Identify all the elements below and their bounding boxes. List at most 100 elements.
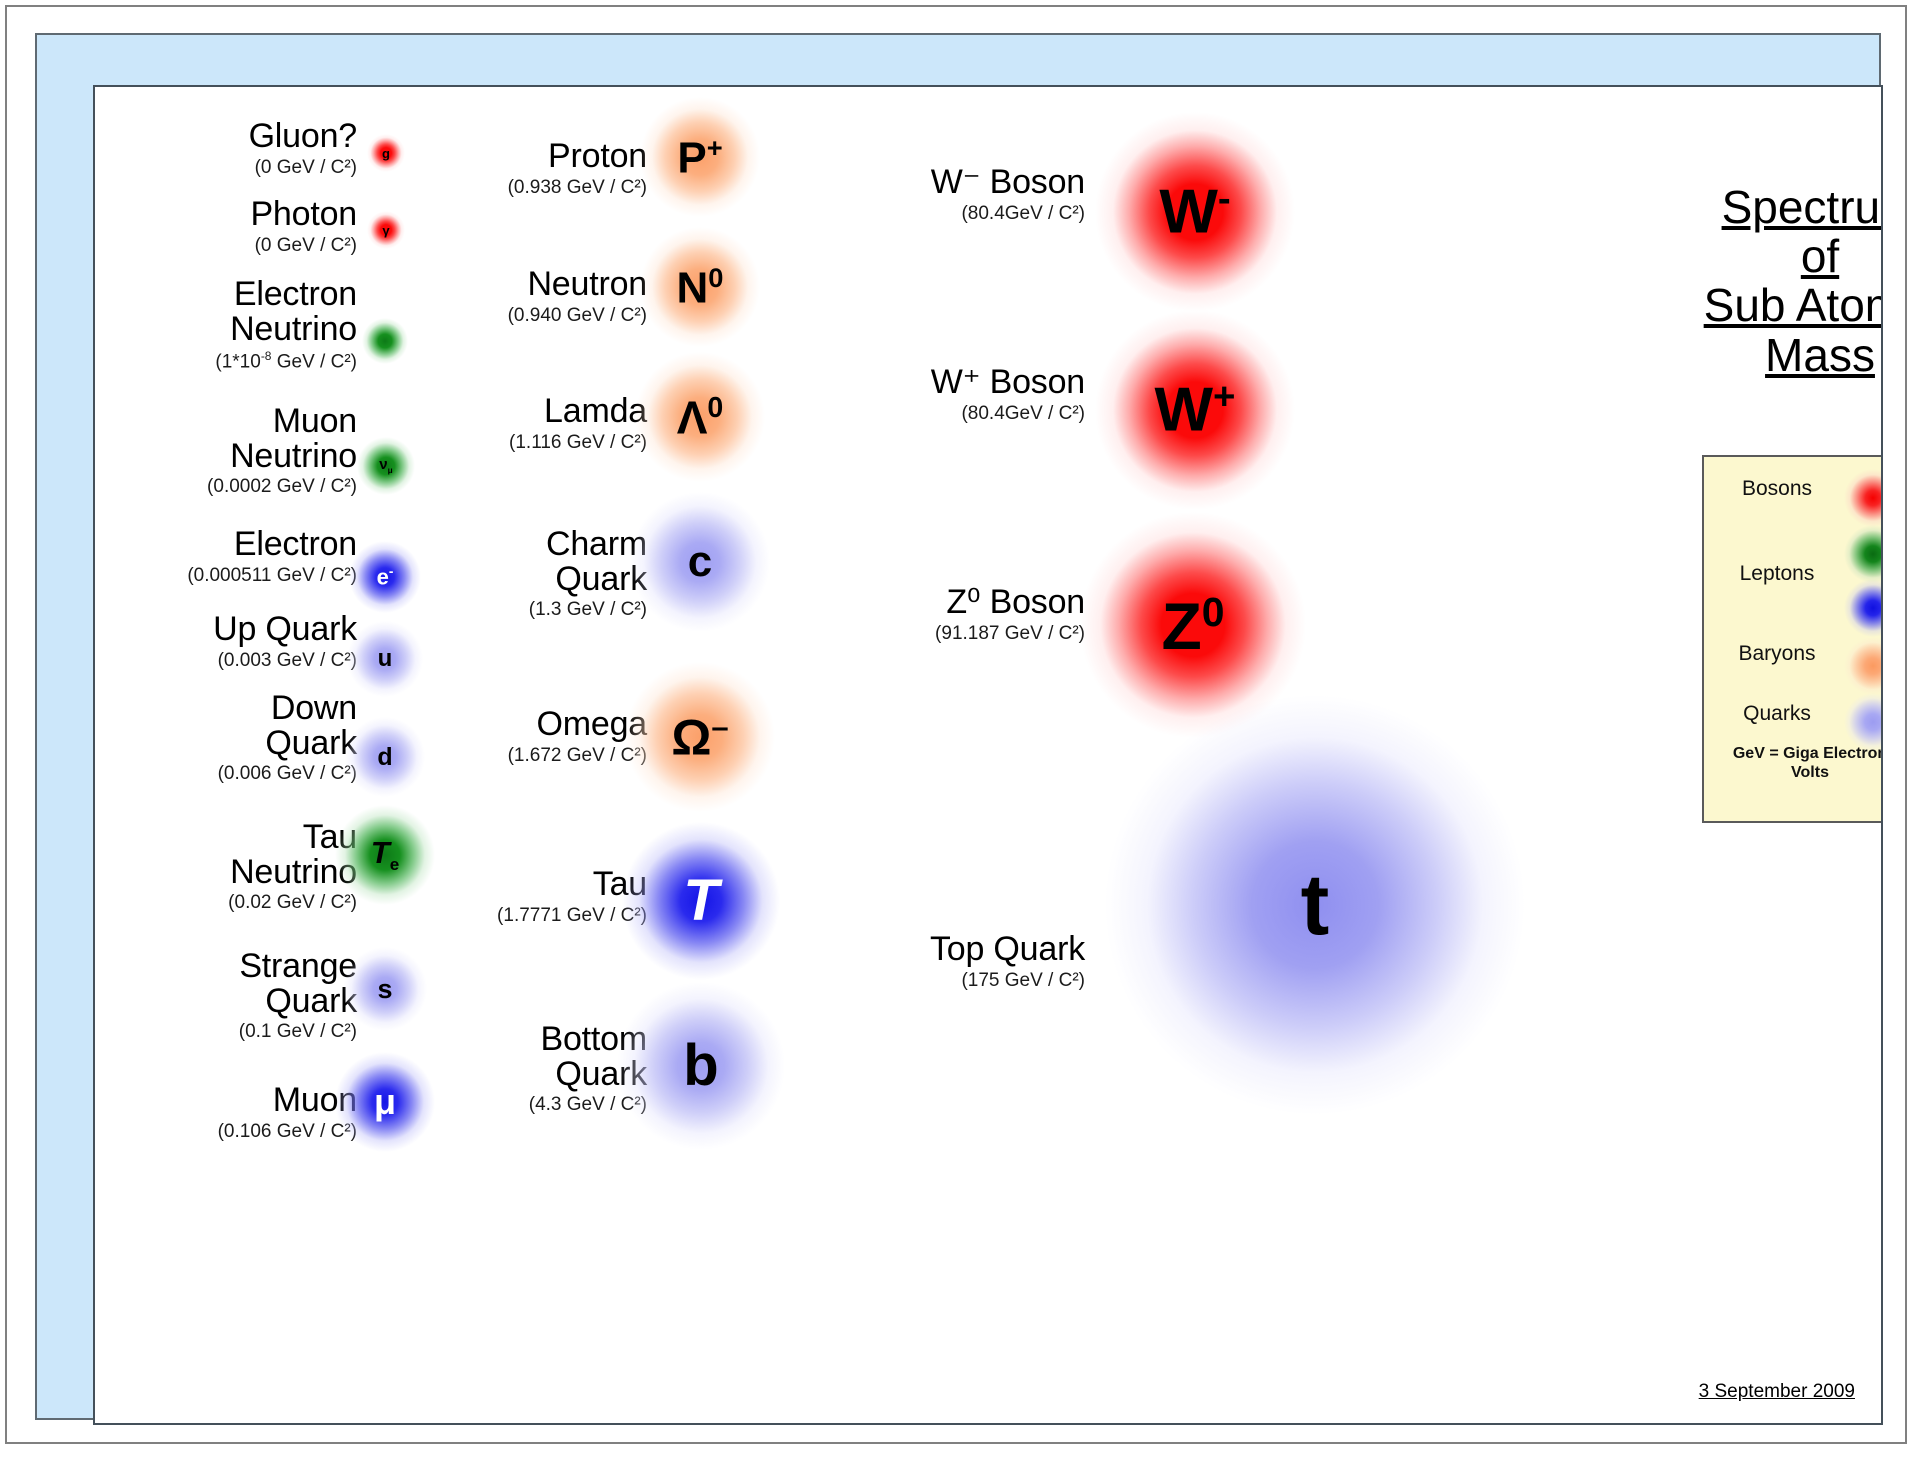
particle-label-electron-neutrino: Electron Neutrino (1*10-8 GeV / C²) bbox=[95, 277, 357, 374]
particle-blob-tau: T bbox=[622, 822, 780, 980]
particle-label-w-plus-boson: W⁺ Boson (80.4GeV / C²) bbox=[815, 365, 1085, 425]
legend-swatch-leptons-green bbox=[1844, 525, 1881, 583]
particle-symbol: c bbox=[687, 537, 713, 586]
particle-mass: (175 GeV / C²) bbox=[961, 969, 1085, 991]
legend-label-quarks: Quarks bbox=[1743, 702, 1811, 725]
outer-frame: Spectrum of Sub Atomic Mass Bosons Lepto… bbox=[5, 5, 1907, 1444]
particle-label-proton: Proton (0.938 GeV / C²) bbox=[385, 137, 648, 199]
particle-name: Muon bbox=[272, 1081, 357, 1119]
particle-mass: (1.3 GeV / C²) bbox=[528, 599, 647, 621]
particle-symbol: γ bbox=[382, 222, 390, 238]
particle-symbol: Z0 bbox=[1161, 588, 1225, 663]
particle-label-muon-neutrino: Muon Neutrino (0.0002 GeV / C²) bbox=[95, 404, 357, 498]
particle-blob-strange-quark: s bbox=[343, 947, 427, 1031]
particle-name: Electron bbox=[233, 525, 357, 563]
title-line-1: Spectrum bbox=[1721, 181, 1881, 233]
particle-name: Photon bbox=[250, 195, 357, 233]
particle-name: Up Quark bbox=[213, 610, 357, 648]
particle-name: Lamda bbox=[544, 392, 647, 430]
particle-blob-top-quark: t bbox=[1105, 695, 1525, 1115]
particle-mass: (0 GeV / C²) bbox=[254, 234, 357, 256]
particle-symbol: P+ bbox=[677, 131, 723, 183]
particle-symbol: Ω– bbox=[671, 709, 729, 766]
particle-name: Top Quark bbox=[929, 930, 1085, 968]
particle-blob-proton: P+ bbox=[640, 97, 760, 217]
particle-mass: (0.1 GeV / C²) bbox=[238, 1021, 357, 1043]
particle-name: Muon Neutrino bbox=[230, 402, 357, 475]
legend-box: Bosons Leptons Baryons Quarks GeV = Giga… bbox=[1702, 455, 1883, 823]
particle-name: Gluon? bbox=[248, 117, 358, 155]
particle-blob-neutron: N0 bbox=[640, 227, 760, 347]
particle-mass: (80.4GeV / C²) bbox=[961, 402, 1085, 424]
particle-label-z-zero-boson: Z⁰ Boson (91.187 GeV / C²) bbox=[815, 585, 1085, 645]
title-line-2: of bbox=[1800, 230, 1840, 283]
particle-symbol: T bbox=[683, 868, 719, 933]
particle-mass: (80.4GeV / C²) bbox=[961, 202, 1085, 224]
particle-symbol: W- bbox=[1159, 177, 1231, 247]
particle-label-photon: Photon (0 GeV / C²) bbox=[95, 197, 357, 257]
particle-mass: (0 GeV / C²) bbox=[254, 156, 357, 178]
particle-symbol: u bbox=[377, 645, 393, 672]
particle-name: Down Quark bbox=[265, 689, 357, 762]
legend-label-baryons: Baryons bbox=[1738, 642, 1816, 665]
legend-swatch-bosons bbox=[1844, 469, 1881, 527]
particle-name: Omega bbox=[536, 705, 648, 743]
particle-name: Proton bbox=[548, 137, 647, 175]
particle-name: W⁻ Boson bbox=[930, 163, 1085, 201]
particle-label-gluon: Gluon? (0 GeV / C²) bbox=[95, 117, 358, 179]
particle-symbol: νμ bbox=[379, 455, 393, 475]
legend-swatch-leptons-blue bbox=[1844, 579, 1881, 637]
legend-label-bosons: Bosons bbox=[1741, 477, 1813, 500]
particle-label-tau: Tau (1.7771 GeV / C²) bbox=[385, 867, 647, 927]
particle-label-down-quark: Down Quark (0.006 GeV / C²) bbox=[95, 689, 358, 785]
particle-mass: (4.3 GeV / C²) bbox=[528, 1094, 647, 1116]
particle-label-lamda: Lamda (1.116 GeV / C²) bbox=[385, 394, 647, 454]
legend-swatch-quarks bbox=[1844, 693, 1881, 751]
particle-mass: (0.003 GeV / C²) bbox=[217, 649, 357, 671]
particle-blob-lamda: Λ0 bbox=[635, 352, 765, 482]
particle-mass: (1*10-8 GeV / C²) bbox=[215, 349, 357, 373]
particle-blob-w-minus-boson: W- bbox=[1095, 112, 1295, 312]
particle-name: Z⁰ Boson bbox=[946, 583, 1085, 621]
particle-name: Charm Quark bbox=[545, 525, 647, 598]
particle-mass: (0.000511 GeV / C²) bbox=[187, 564, 357, 586]
particle-label-strange-quark: Strange Quark (0.1 GeV / C²) bbox=[95, 949, 357, 1043]
particle-label-w-minus-boson: W⁻ Boson (80.4GeV / C²) bbox=[815, 165, 1085, 225]
particle-symbol: s bbox=[377, 973, 393, 1004]
title-line-3: Sub Atomic bbox=[1703, 279, 1881, 332]
legend-swatch-baryons bbox=[1844, 637, 1881, 695]
particle-symbol: b bbox=[683, 1033, 719, 1098]
particle-name: Electron Neutrino bbox=[230, 275, 357, 348]
particle-name: Bottom Quark bbox=[540, 1020, 647, 1093]
particle-blob-bottom-quark: b bbox=[617, 982, 785, 1150]
particle-mass: (91.187 GeV / C²) bbox=[935, 622, 1085, 644]
particle-label-bottom-quark: Bottom Quark (4.3 GeV / C²) bbox=[385, 1022, 647, 1116]
diagram-canvas: Spectrum of Sub Atomic Mass Bosons Lepto… bbox=[93, 85, 1883, 1425]
legend-label-leptons: Leptons bbox=[1739, 562, 1815, 585]
title-line-4: Mass bbox=[1765, 328, 1875, 381]
particle-label-up-quark: Up Quark (0.003 GeV / C²) bbox=[95, 612, 357, 672]
date-stamp: 3 September 2009 bbox=[1698, 1381, 1855, 1402]
particle-mass: (1.7771 GeV / C²) bbox=[497, 904, 647, 926]
blue-frame-band: Spectrum of Sub Atomic Mass Bosons Lepto… bbox=[35, 33, 1883, 1425]
particle-mass: (0.106 GeV / C²) bbox=[217, 1120, 357, 1142]
particle-label-tau-neutrino: Tau Neutrino (0.02 GeV / C²) bbox=[95, 820, 357, 914]
particle-label-electron: Electron (0.000511 GeV / C²) bbox=[95, 527, 357, 587]
page-title: Spectrum of Sub Atomic Mass bbox=[1655, 181, 1881, 381]
particle-name: W⁺ Boson bbox=[930, 363, 1085, 401]
particle-label-neutron: Neutron (0.940 GeV / C²) bbox=[385, 267, 648, 327]
particle-label-top-quark: Top Quark (175 GeV / C²) bbox=[815, 932, 1085, 992]
particle-symbol: t bbox=[1300, 857, 1330, 953]
particle-mass: (0.02 GeV / C²) bbox=[228, 892, 357, 914]
particle-mass: (0.938 GeV / C²) bbox=[507, 176, 647, 198]
particle-symbol: N0 bbox=[676, 261, 724, 313]
particle-mass: (0.006 GeV / C²) bbox=[217, 763, 357, 785]
particle-blob-w-plus-boson: W+ bbox=[1095, 310, 1295, 510]
particle-label-charm-quark: Charm Quark (1.3 GeV / C²) bbox=[385, 527, 647, 621]
particle-blob-photon: γ bbox=[367, 211, 405, 249]
legend-note: GeV = Giga Electron Volts bbox=[1732, 745, 1883, 781]
particle-label-muon: Muon (0.106 GeV / C²) bbox=[95, 1081, 358, 1143]
particle-name: Tau bbox=[592, 865, 647, 903]
particle-label-omega: Omega (1.672 GeV / C²) bbox=[385, 705, 648, 767]
particle-blob-up-quark: u bbox=[347, 621, 423, 697]
